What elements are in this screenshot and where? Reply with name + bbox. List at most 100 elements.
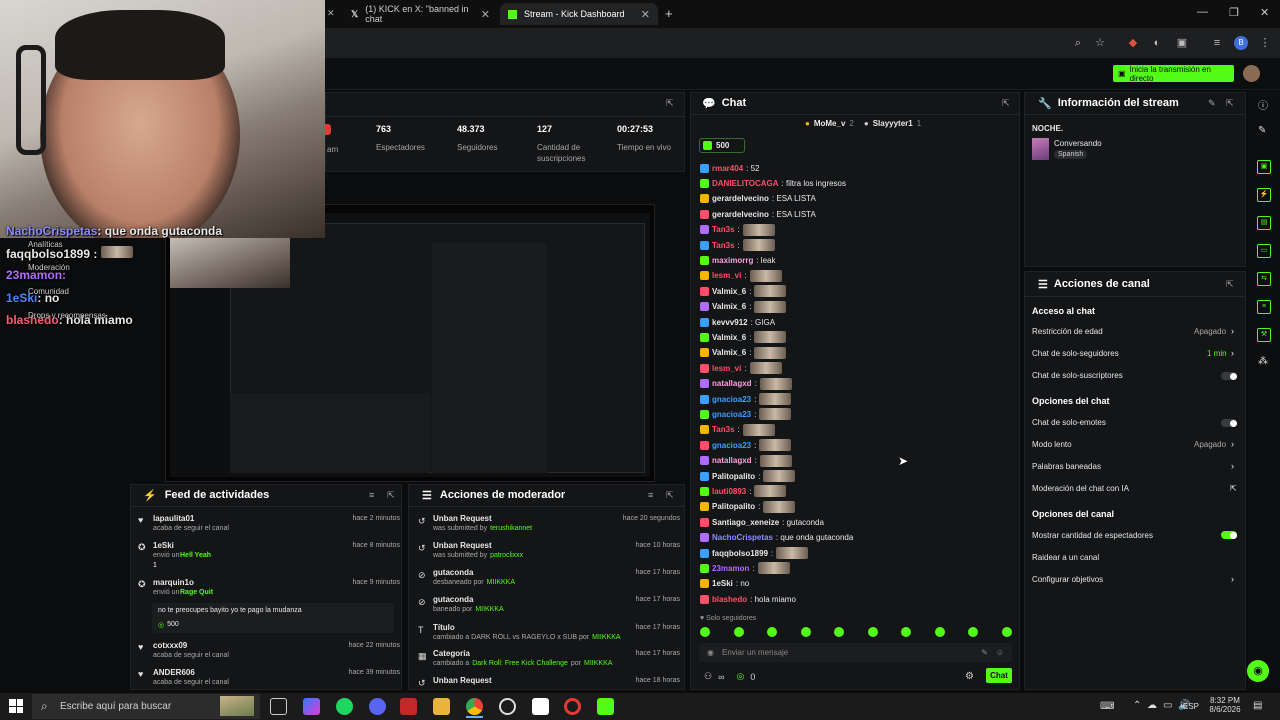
notifications-icon[interactable]: ▤ (1253, 700, 1262, 711)
quick-emote-icon[interactable] (834, 627, 845, 637)
chat-username[interactable]: NachoCrispetas (712, 533, 773, 542)
slow-mode-label[interactable]: Modo lento (1032, 440, 1072, 449)
capcut-icon[interactable] (532, 698, 549, 715)
chat-username[interactable]: Tan3s (712, 241, 735, 250)
opera-icon[interactable] (564, 698, 581, 715)
chat-username[interactable]: natallagxd (712, 379, 752, 388)
new-tab-button[interactable]: + (665, 6, 673, 21)
tab-kick-dashboard[interactable]: Stream - Kick Dashboard ✕ (500, 3, 658, 25)
video-app-icon[interactable] (400, 698, 417, 715)
followers-only-label[interactable]: Chat de solo-seguidores (1032, 349, 1119, 358)
tray-chevron-icon[interactable]: ⌃ (1133, 700, 1141, 711)
chat-settings-icon[interactable]: ⚙ (965, 671, 974, 682)
send-chat-button[interactable]: Chat (986, 668, 1012, 683)
file-explorer-icon[interactable] (433, 698, 450, 715)
users-icon[interactable]: ⚇ (704, 671, 712, 682)
chat-username[interactable]: gnacioa23 (712, 395, 751, 404)
bookmark-star-icon[interactable]: ☆ (1093, 36, 1107, 50)
subs-only-toggle[interactable] (1221, 372, 1237, 380)
quick-emote-icon[interactable] (901, 627, 912, 637)
chat-username[interactable]: 1eSki (712, 579, 733, 588)
chat-username[interactable]: gerardelvecino (712, 194, 769, 203)
keyboard-icon[interactable]: ⌨ (1100, 701, 1114, 712)
mod-action-user[interactable]: patroclixxx (490, 552, 523, 559)
emote-picker-icon[interactable]: ✎ (981, 648, 988, 657)
show-viewers-label[interactable]: Mostrar cantidad de espectadores (1032, 531, 1153, 540)
chat-username[interactable]: lesm_vi (712, 364, 741, 373)
smiley-icon[interactable]: ☺ (996, 648, 1004, 657)
filter-icon[interactable]: ≡ (648, 490, 653, 500)
quick-emote-icon[interactable] (733, 627, 744, 637)
go-live-button[interactable]: ▣ Inicia la transmisión en directo (1113, 65, 1234, 83)
tab-kick-x[interactable]: 𝕏 (1) KICK en X: "banned in chat ✕ (343, 3, 498, 25)
popout-icon[interactable]: ⇱ (666, 98, 674, 109)
age-restriction-label[interactable]: Restricción de edad (1032, 327, 1103, 336)
chat-username[interactable]: gerardelvecino (712, 210, 769, 219)
show-viewers-toggle[interactable] (1221, 531, 1237, 539)
rail-lightning-icon[interactable]: ⚡ (1257, 188, 1271, 202)
close-tab-icon[interactable]: ✕ (641, 8, 650, 21)
mod-action-user[interactable]: terushikannet (490, 525, 532, 532)
raid-label[interactable]: Raidear a un canal (1032, 553, 1099, 562)
subs-only-label[interactable]: Chat de solo-suscriptores (1032, 371, 1123, 380)
feed-username[interactable]: cotxxx09 (153, 641, 187, 650)
rail-wrench-icon[interactable]: ⚒ (1257, 328, 1271, 342)
chevron-right-icon[interactable]: › (1231, 574, 1234, 584)
chat-username[interactable]: Valmix_6 (712, 348, 746, 357)
chat-username[interactable]: Tan3s (712, 225, 735, 234)
chat-username[interactable]: Tan3s (712, 425, 735, 434)
filter-icon[interactable]: ≡ (369, 490, 374, 500)
rail-widget-icon[interactable]: ▣ (1257, 160, 1271, 174)
external-link-icon[interactable]: ⇱ (1230, 484, 1237, 493)
extension-icon[interactable]: ◐ (1150, 36, 1164, 50)
task-view-icon[interactable] (270, 698, 287, 715)
chat-username[interactable]: Palitopalito (712, 502, 755, 511)
quick-emote-icon[interactable] (867, 627, 878, 637)
chat-input[interactable]: ◉ Enviar un mensaje ✎ ☺ (699, 643, 1012, 662)
chat-username[interactable]: Valmix_6 (712, 302, 746, 311)
chat-username[interactable]: DANIELITOCAGA (712, 179, 779, 188)
minimize-button[interactable]: — (1197, 6, 1208, 18)
popout-icon[interactable]: ⇱ (666, 490, 674, 501)
extensions-puzzle-icon[interactable]: ▣ (1175, 36, 1189, 50)
rail-chat-icon[interactable]: ▭ (1257, 244, 1271, 258)
chat-username[interactable]: gnacioa23 (712, 441, 751, 450)
close-tab-icon[interactable]: ✕ (327, 8, 335, 19)
media-icon[interactable]: ≡ (1210, 36, 1224, 50)
rail-doc-icon[interactable]: ▤ (1257, 216, 1271, 230)
quick-emote-icon[interactable] (800, 627, 811, 637)
chat-username[interactable]: lauti0893 (712, 487, 746, 496)
chat-username[interactable]: lesm_vi (712, 271, 741, 280)
popout-icon[interactable]: ⇱ (1226, 98, 1234, 109)
extension-icon[interactable]: ◆ (1126, 36, 1140, 50)
infinity-icon[interactable]: ∞ (718, 672, 724, 682)
chat-username[interactable]: natallagxd (712, 456, 752, 465)
popout-icon[interactable]: ⇱ (387, 490, 395, 501)
chat-username[interactable]: Santiago_xeneize (712, 518, 779, 527)
copilot-icon[interactable] (303, 698, 320, 715)
feed-username[interactable]: marquin1o (153, 578, 194, 587)
chat-username[interactable]: blashedo (712, 595, 747, 604)
spotify-icon[interactable] (336, 698, 353, 715)
quick-emote-icon[interactable] (1001, 627, 1012, 637)
feed-username[interactable]: ANDER606 (153, 668, 195, 677)
zoom-icon[interactable]: ⌕ (1071, 36, 1085, 50)
sidebar-item-moderation[interactable]: Moderación (28, 263, 70, 272)
kick-app-icon[interactable] (597, 698, 614, 715)
popout-icon[interactable]: ⇱ (1226, 279, 1234, 290)
obs-icon[interactable] (499, 698, 516, 715)
edit-icon[interactable]: ✎ (1208, 98, 1216, 109)
quick-emote-icon[interactable] (934, 627, 945, 637)
close-window-button[interactable]: ✕ (1260, 6, 1269, 19)
feed-username[interactable]: lapaulita01 (153, 514, 194, 523)
chat-username[interactable]: maximorrg (712, 256, 753, 265)
chevron-right-icon[interactable]: › (1231, 439, 1234, 449)
chat-username[interactable]: Valmix_6 (712, 287, 746, 296)
chat-username[interactable]: 23mamon (712, 564, 749, 573)
taskbar-search[interactable]: ⌕ Escribe aquí para buscar (32, 694, 260, 719)
chat-username[interactable]: rmar404 (712, 164, 743, 173)
sidebar-item-community[interactable]: Comunidad (28, 287, 69, 296)
chevron-right-icon[interactable]: › (1231, 326, 1234, 336)
help-chat-button[interactable]: ◉ (1247, 660, 1269, 682)
banned-words-label[interactable]: Palabras baneadas (1032, 462, 1101, 471)
